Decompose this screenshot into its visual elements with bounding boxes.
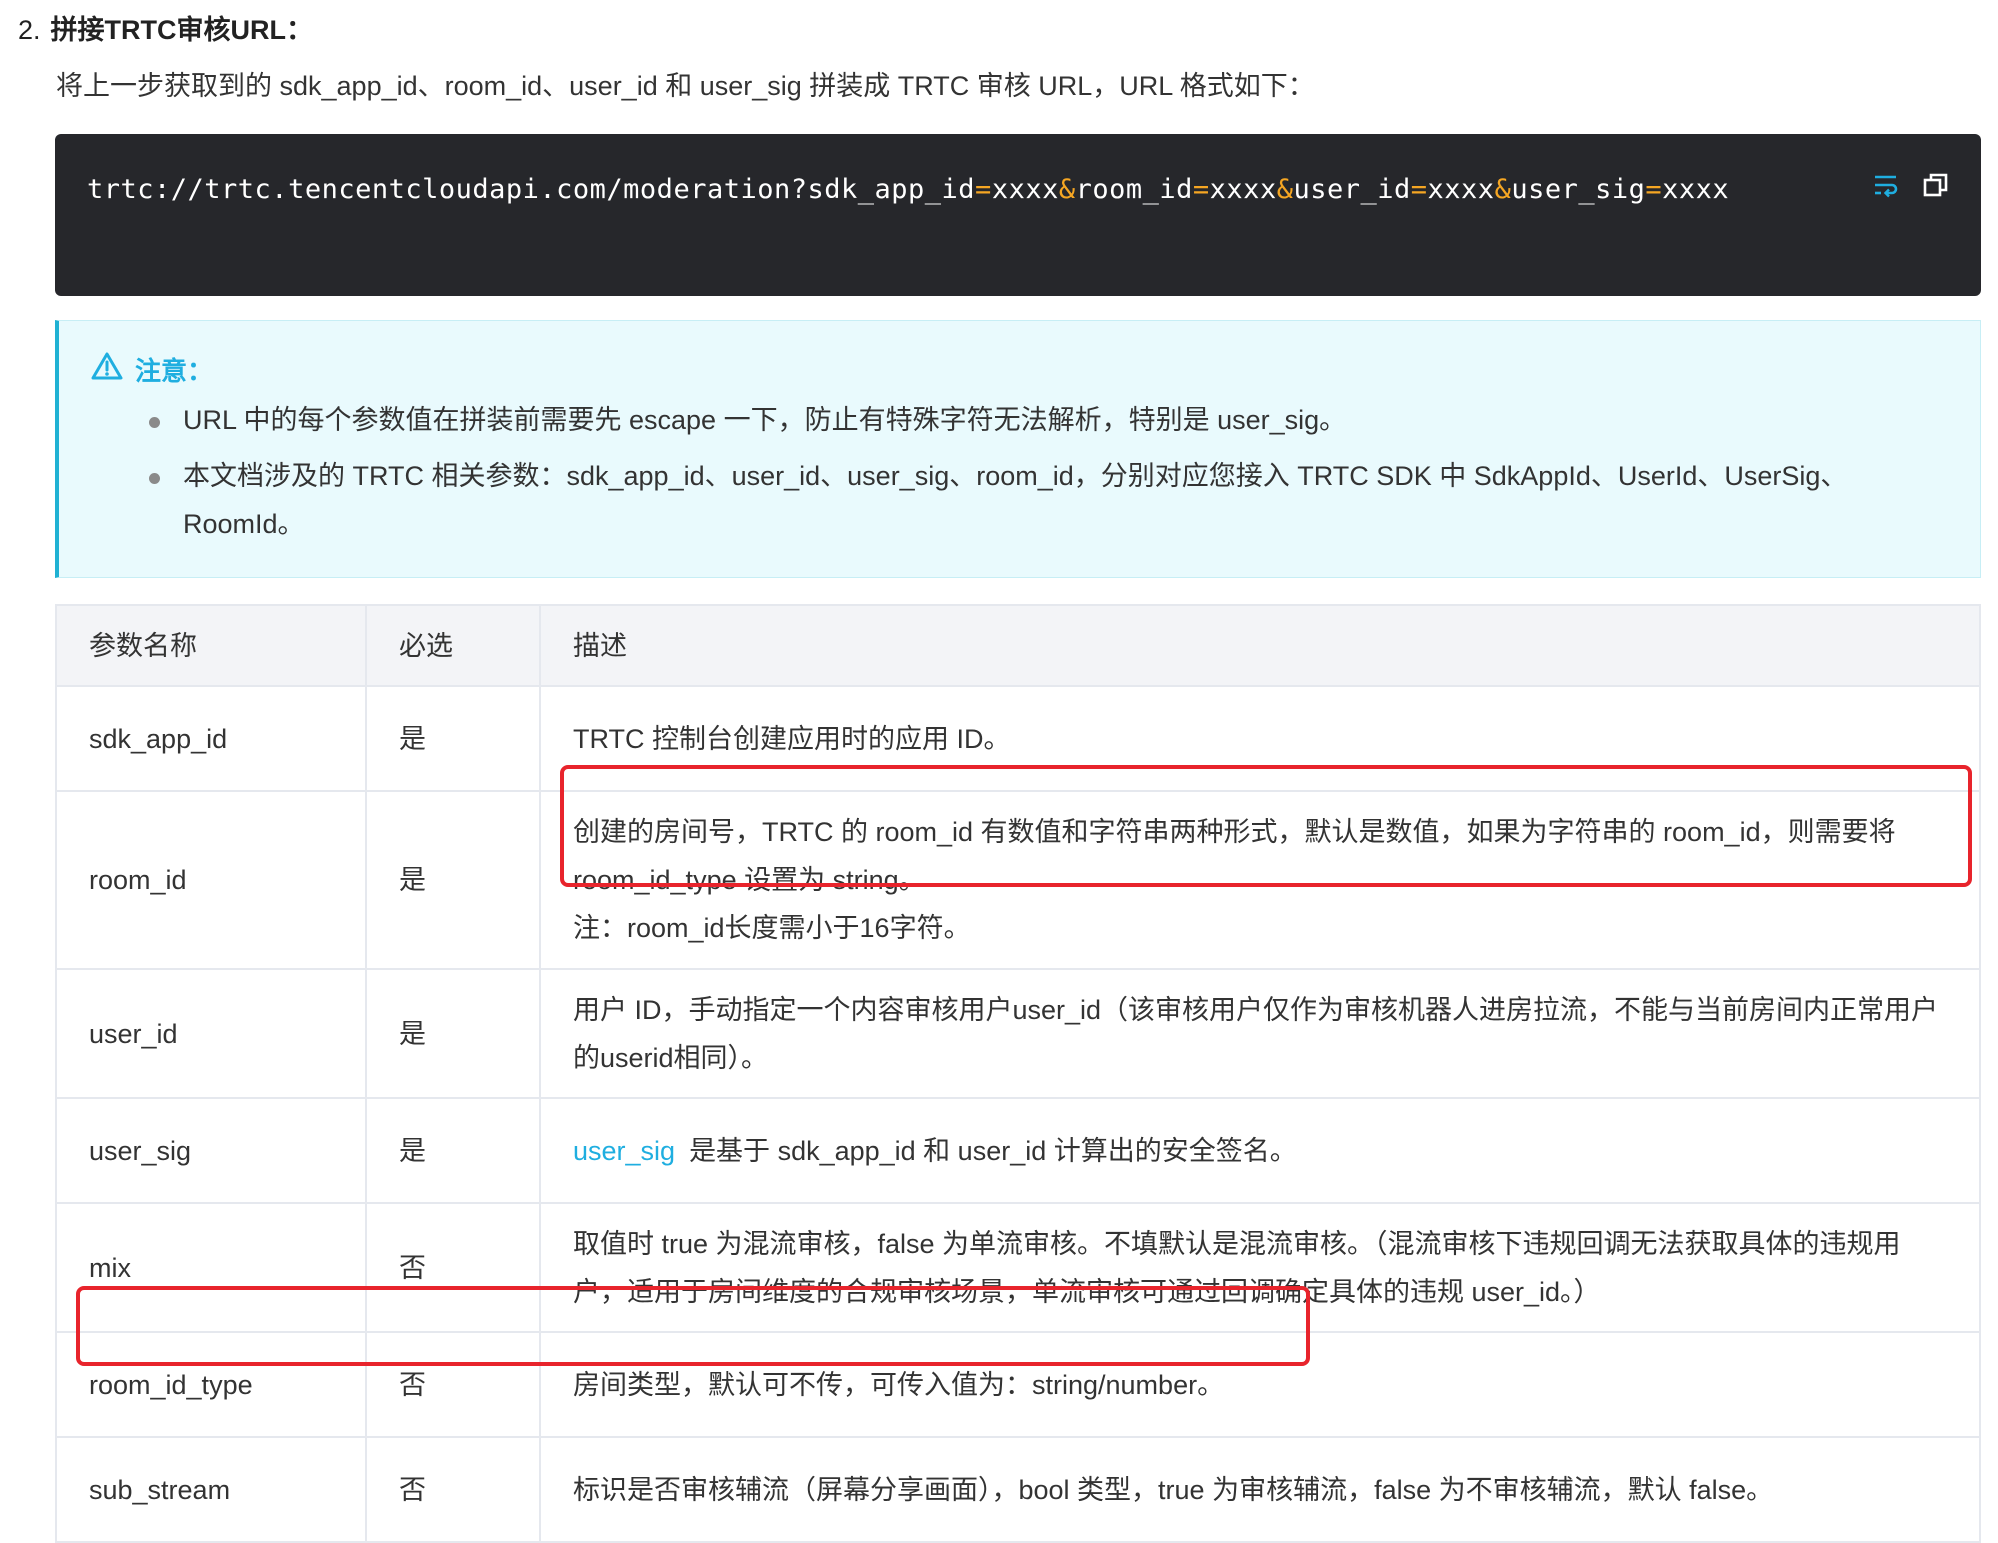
param-required: 是 (365, 1097, 541, 1204)
param-name: user_sig (55, 1097, 367, 1204)
param-required: 否 (365, 1202, 541, 1333)
code-separator: & (1276, 174, 1294, 205)
param-required: 是 (365, 968, 541, 1099)
document-page: 2. 拼接TRTC审核URL： 将上一步获取到的 sdk_app_id、room_… (0, 0, 1998, 1543)
param-name: sub_stream (55, 1436, 367, 1543)
notice-item: URL 中的每个参数值在拼装前需要先 escape 一下，防止有特殊字符无法解析… (149, 396, 1940, 444)
step-number: 2. (18, 15, 41, 45)
notice-header: 注意： (91, 351, 213, 390)
table-row: room_id_type 否 房间类型，默认可不传，可传入值为：string/n… (55, 1331, 1981, 1438)
param-description: 用户 ID，手动指定一个内容审核用户user_id（该审核用户仅作为审核机器人进… (539, 968, 1981, 1099)
param-description: 房间类型，默认可不传，可传入值为：string/number。 (539, 1331, 1981, 1438)
table-row: user_id 是 用户 ID，手动指定一个内容审核用户user_id（该审核用… (55, 968, 1981, 1099)
code-param-1: room_id=xxxx (1075, 174, 1277, 205)
code-param-2: user_id=xxxx (1293, 174, 1495, 205)
param-description: 取值时 true 为混流审核，false 为单流审核。不填默认是混流审核。（混流… (539, 1202, 1981, 1333)
step-heading: 2. 拼接TRTC审核URL： (18, 12, 313, 48)
copy-icon[interactable] (1921, 170, 1951, 200)
param-description: TRTC 控制台创建应用时的应用 ID。 (539, 685, 1981, 792)
notice-box: 注意： URL 中的每个参数值在拼装前需要先 escape 一下，防止有特殊字符… (55, 320, 1981, 578)
param-name: mix (55, 1202, 367, 1333)
param-name: sdk_app_id (55, 685, 367, 792)
code-separator: & (1494, 174, 1512, 205)
header-description: 描述 (539, 604, 1981, 687)
notice-title: 注意： (135, 355, 214, 386)
code-param-0: sdk_app_id=xxxx (807, 174, 1059, 205)
table-row: user_sig 是 user_sig 是基于 sdk_app_id 和 user… (55, 1097, 1981, 1204)
param-required: 否 (365, 1331, 541, 1438)
table-row: sub_stream 否 标识是否审核辅流（屏幕分享画面），bool 类型，tr… (55, 1436, 1981, 1543)
step-description: 将上一步获取到的 sdk_app_id、room_id、user_id 和 us… (56, 71, 1315, 101)
table-header-row: 参数名称 必选 描述 (55, 604, 1981, 687)
param-description: 标识是否审核辅流（屏幕分享画面），bool 类型，true 为审核辅流，fals… (539, 1436, 1981, 1543)
param-required: 是 (365, 685, 541, 792)
header-param-name: 参数名称 (55, 604, 367, 687)
header-required: 必选 (365, 604, 541, 687)
code-toolbar (1871, 170, 1951, 200)
param-description: user_sig 是基于 sdk_app_id 和 user_id 计算出的安全签… (539, 1097, 1981, 1204)
code-param-3: user_sig=xxxx (1511, 174, 1730, 205)
table-row: mix 否 取值时 true 为混流审核，false 为单流审核。不填默认是混流… (55, 1202, 1981, 1333)
param-name: room_id_type (55, 1331, 367, 1438)
param-name: room_id (55, 790, 367, 970)
code-block[interactable]: trtc://trtc.tencentcloudapi.com/moderati… (55, 134, 1981, 296)
parameter-table: 参数名称 必选 描述 sdk_app_id 是 TRTC 控制台创建应用时的应用… (55, 604, 1981, 1543)
notice-item: 本文档涉及的 TRTC 相关参数：sdk_app_id、user_id、user… (149, 452, 1940, 548)
param-description: 创建的房间号，TRTC 的 room_id 有数值和字符串两种形式，默认是数值，… (539, 790, 1981, 970)
warning-icon (91, 351, 123, 390)
user-sig-link[interactable]: user_sig (573, 1136, 675, 1166)
code-base-url: trtc://trtc.tencentcloudapi.com/moderati… (87, 174, 808, 205)
param-required: 是 (365, 790, 541, 970)
code-separator: & (1058, 174, 1076, 205)
notice-list: URL 中的每个参数值在拼装前需要先 escape 一下，防止有特殊字符无法解析… (149, 396, 1940, 556)
wrap-icon[interactable] (1871, 170, 1901, 200)
code-line[interactable]: trtc://trtc.tencentcloudapi.com/moderati… (87, 172, 1729, 208)
table-row: sdk_app_id 是 TRTC 控制台创建应用时的应用 ID。 (55, 685, 1981, 792)
param-required: 否 (365, 1436, 541, 1543)
table-row: room_id 是 创建的房间号，TRTC 的 room_id 有数值和字符串两… (55, 790, 1981, 970)
param-name: user_id (55, 968, 367, 1099)
step-title: 拼接TRTC审核URL： (50, 15, 314, 45)
